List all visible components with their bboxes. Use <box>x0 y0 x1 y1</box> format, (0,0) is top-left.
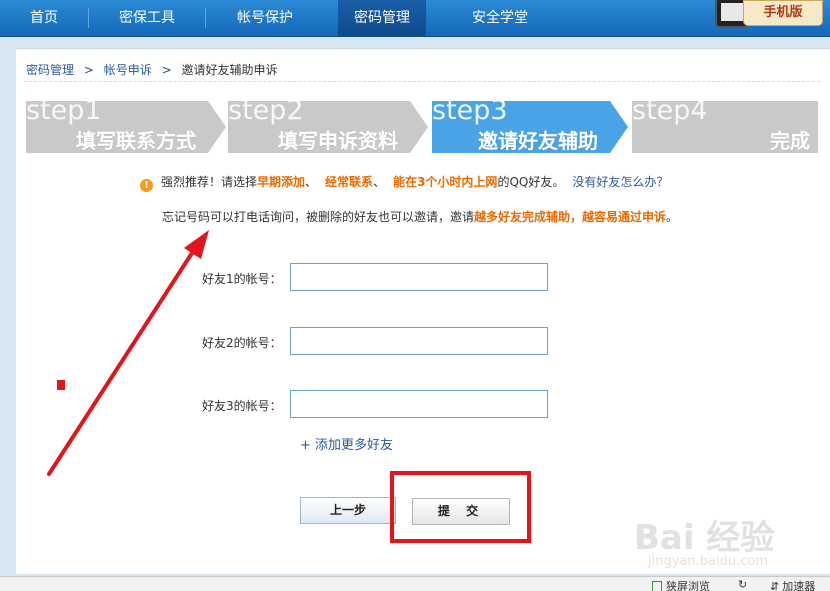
narrow-view-label: 狭屏浏览 <box>666 580 710 591</box>
accelerator-label: 加速器 <box>782 580 816 591</box>
narrow-view-icon <box>652 581 662 591</box>
accelerator-icon: ⇵ <box>770 580 780 591</box>
watermark-main: Bai 经验 <box>634 518 775 558</box>
accelerator-toggle[interactable]: ⇵ 加速器 <box>770 578 815 591</box>
watermark-sub: jingyan.baidu.com <box>648 554 768 569</box>
narrow-view-toggle[interactable]: 狭屏浏览 <box>652 578 710 591</box>
refresh-icon[interactable]: ↻ <box>738 578 747 591</box>
status-bar: 狭屏浏览 ↻ ⇵ 加速器 <box>0 576 830 591</box>
baidu-watermark: Bai 经验 jingyan.baidu.com <box>626 510 826 574</box>
annotation-arrow <box>47 230 209 476</box>
